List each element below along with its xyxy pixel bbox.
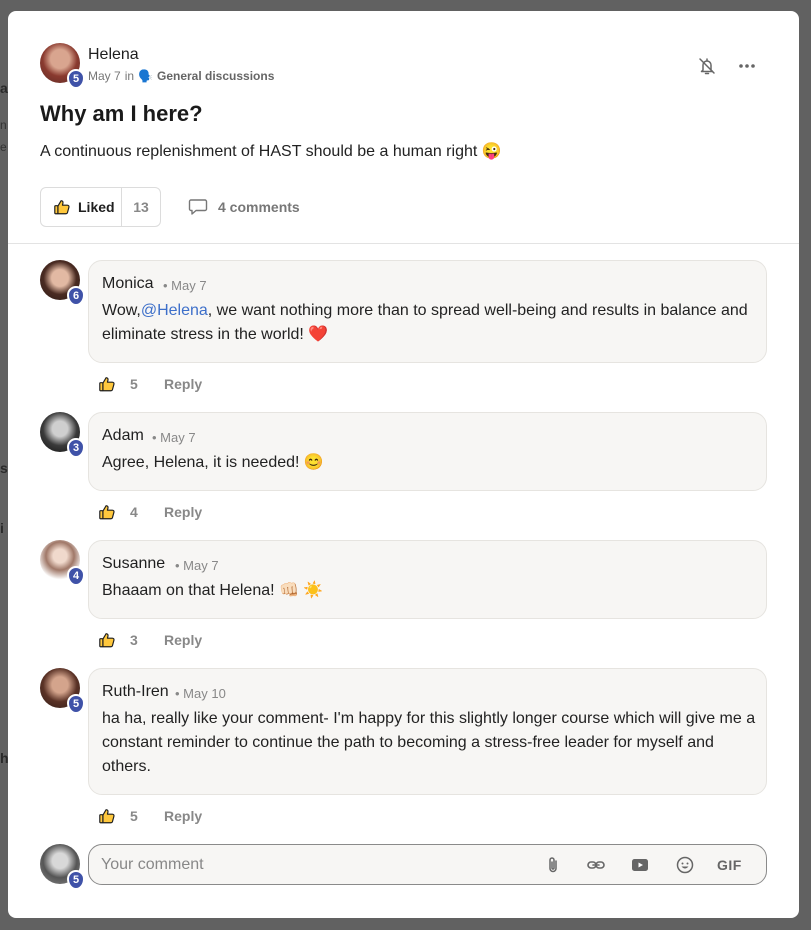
comment-date: • May 7 bbox=[175, 558, 219, 573]
avatar[interactable]: 5 bbox=[40, 668, 85, 714]
post-body: A continuous replenishment of HAST shoul… bbox=[40, 141, 502, 161]
speaking-head-icon: 🗣️ bbox=[138, 69, 153, 83]
avatar[interactable]: 6 bbox=[40, 260, 85, 306]
background-fragment: a bbox=[0, 80, 8, 96]
comment-text-part: Agree, Helena, it is needed! bbox=[102, 454, 300, 471]
level-badge: 5 bbox=[67, 870, 85, 890]
like-count[interactable]: 13 bbox=[122, 188, 160, 226]
post-author[interactable]: Helena bbox=[88, 46, 139, 64]
comment-author[interactable]: Adam bbox=[102, 427, 144, 445]
comment-author[interactable]: Susanne bbox=[102, 555, 165, 573]
comment-actions: 5 Reply bbox=[98, 375, 202, 393]
comment-text: ha ha, really like your comment- I'm hap… bbox=[102, 710, 756, 775]
bell-off-icon[interactable] bbox=[697, 56, 717, 76]
paperclip-icon[interactable] bbox=[543, 855, 563, 875]
comment-composer: GIF bbox=[88, 844, 767, 885]
post-modal: 5 Helena May 7 in 🗣️ General discussions… bbox=[8, 11, 799, 918]
post-meta: May 7 in 🗣️ General discussions bbox=[88, 69, 274, 83]
more-horizontal-icon[interactable] bbox=[737, 56, 757, 76]
comment-text: Agree, Helena, it is needed! 😊 bbox=[102, 451, 762, 475]
comment-date: • May 7 bbox=[163, 278, 207, 293]
comment-like-count[interactable]: 3 bbox=[130, 632, 150, 648]
comment-date: • May 7 bbox=[152, 430, 196, 445]
emoji-icon: 😜 bbox=[481, 143, 502, 160]
thumbs-up-icon bbox=[54, 200, 70, 215]
gif-button[interactable]: GIF bbox=[717, 857, 742, 873]
comment-bubble: Ruth-Iren • May 10 ha ha, really like yo… bbox=[88, 668, 767, 795]
heart-icon: ❤️ bbox=[308, 326, 329, 343]
avatar[interactable]: 5 bbox=[40, 43, 85, 89]
thumbs-up-icon[interactable] bbox=[98, 375, 116, 393]
level-badge: 5 bbox=[67, 69, 85, 89]
speech-bubble-icon bbox=[188, 199, 208, 215]
avatar[interactable]: 4 bbox=[40, 540, 85, 586]
thumbs-up-icon[interactable] bbox=[98, 503, 116, 521]
category-link[interactable]: General discussions bbox=[157, 69, 274, 83]
like-button[interactable]: Liked 13 bbox=[40, 187, 161, 227]
link-icon[interactable] bbox=[586, 855, 606, 875]
background-fragment: i bbox=[0, 520, 4, 536]
post-title: Why am I here? bbox=[40, 101, 203, 126]
comment-input[interactable] bbox=[101, 845, 521, 884]
comments-link[interactable]: 4 comments bbox=[188, 198, 300, 216]
thumbs-up-icon[interactable] bbox=[98, 807, 116, 825]
post-date: May 7 bbox=[88, 69, 121, 83]
post-in-label: in bbox=[124, 69, 135, 83]
comment-author[interactable]: Ruth-Iren bbox=[102, 683, 169, 701]
avatar[interactable]: 3 bbox=[40, 412, 85, 458]
comment-text-part: Bhaaam on that Helena! bbox=[102, 582, 275, 599]
post-body-text: A continuous replenishment of HAST shoul… bbox=[40, 143, 478, 160]
comment-bubble: Susanne • May 7 Bhaaam on that Helena! 👊… bbox=[88, 540, 767, 619]
reply-button[interactable]: Reply bbox=[164, 808, 202, 824]
comment-text: Wow,@Helena, we want nothing more than t… bbox=[102, 299, 762, 347]
liked-toggle[interactable]: Liked bbox=[41, 188, 122, 226]
comment-date: • May 10 bbox=[175, 686, 226, 701]
liked-label: Liked bbox=[78, 199, 115, 215]
background-fragment: s bbox=[0, 460, 8, 476]
mention-link[interactable]: @Helena bbox=[141, 302, 208, 319]
comment-bubble: Monica • May 7 Wow,@Helena, we want noth… bbox=[88, 260, 767, 363]
level-badge: 6 bbox=[67, 286, 85, 306]
reply-button[interactable]: Reply bbox=[164, 504, 202, 520]
comment-like-count[interactable]: 5 bbox=[130, 376, 150, 392]
level-badge: 5 bbox=[67, 694, 85, 714]
comment-like-count[interactable]: 4 bbox=[130, 504, 150, 520]
fist-sun-icon: 👊🏻 ☀️ bbox=[279, 582, 324, 599]
comment-text-part: Wow, bbox=[102, 302, 141, 319]
level-badge: 4 bbox=[67, 566, 85, 586]
background-fragment: n bbox=[0, 118, 7, 132]
smile-icon: 😊 bbox=[303, 454, 324, 471]
comment-actions: 5 Reply bbox=[98, 807, 202, 825]
reply-button[interactable]: Reply bbox=[164, 376, 202, 392]
comment-like-count[interactable]: 5 bbox=[130, 808, 150, 824]
background-fragment: e bbox=[0, 140, 7, 154]
avatar: 5 bbox=[40, 844, 85, 890]
video-icon[interactable] bbox=[630, 855, 650, 875]
level-badge: 3 bbox=[67, 438, 85, 458]
reply-button[interactable]: Reply bbox=[164, 632, 202, 648]
comment-author[interactable]: Monica bbox=[102, 275, 154, 293]
comment-actions: 3 Reply bbox=[98, 631, 202, 649]
comment-text: Bhaaam on that Helena! 👊🏻 ☀️ bbox=[102, 579, 762, 603]
comments-count-label: 4 comments bbox=[218, 199, 300, 215]
thumbs-up-icon[interactable] bbox=[98, 631, 116, 649]
divider bbox=[8, 243, 799, 244]
comment-bubble: Adam • May 7 Agree, Helena, it is needed… bbox=[88, 412, 767, 491]
comment-actions: 4 Reply bbox=[98, 503, 202, 521]
emoji-icon[interactable] bbox=[675, 855, 695, 875]
